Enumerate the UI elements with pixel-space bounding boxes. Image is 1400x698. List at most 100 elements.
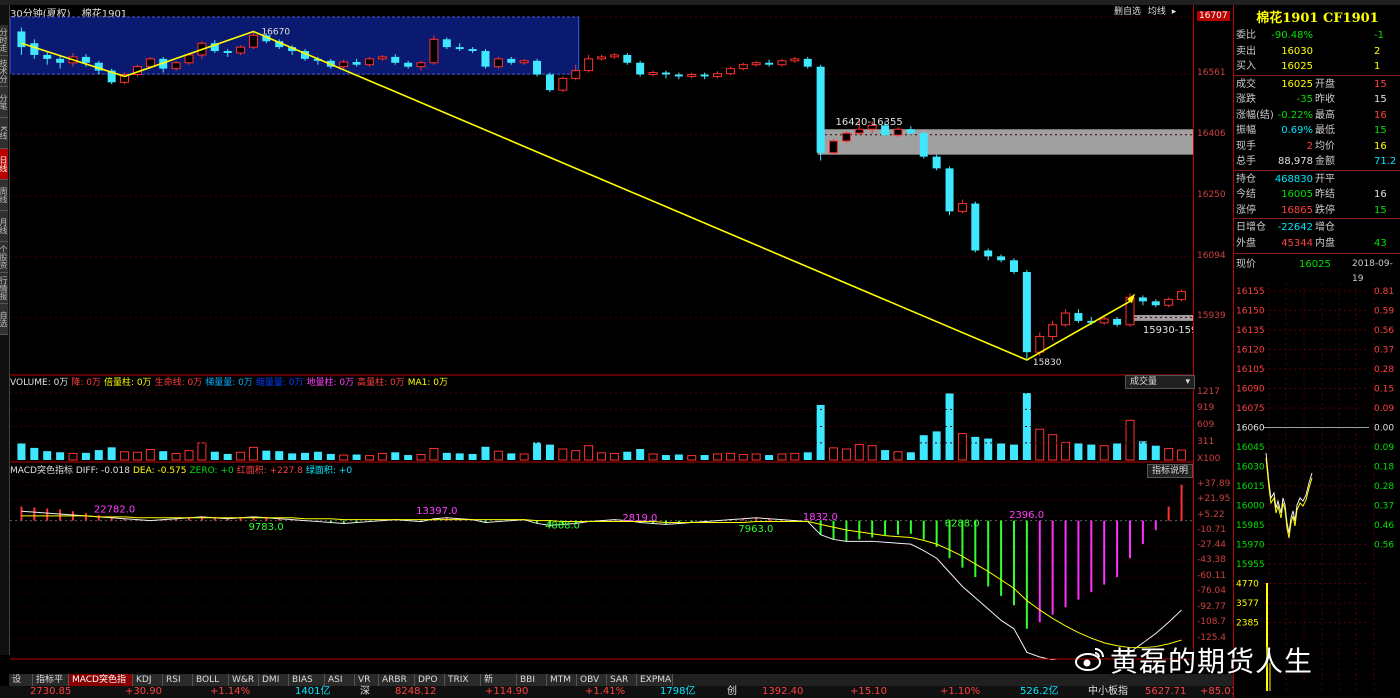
indicator-tab[interactable]: SAR	[607, 674, 637, 686]
candle-body	[777, 60, 787, 66]
volume-bar	[404, 455, 413, 460]
mini-axis-label: 16135	[1236, 326, 1265, 336]
candle-body	[738, 64, 748, 70]
volume-axis-label: 919	[1197, 403, 1215, 414]
indicator-tab[interactable]: EXPMA	[637, 674, 673, 686]
macd-area-label: 4868.0	[545, 520, 580, 531]
mini-price-line	[1265, 452, 1313, 534]
indicator-tab[interactable]: TRIX	[445, 674, 481, 686]
status-item: +1.41%	[585, 686, 626, 697]
quote-value: 16	[1374, 140, 1387, 152]
mini-axis-label: 16075	[1236, 404, 1265, 414]
quote-label: 均价	[1315, 140, 1335, 152]
candle-body	[43, 54, 52, 59]
left-tab[interactable]: 日线	[0, 149, 8, 180]
indicator-tab[interactable]: BIAS	[289, 674, 325, 686]
left-tab[interactable]: 技术分析	[0, 56, 8, 87]
indicator-tab[interactable]: 设置	[9, 674, 33, 697]
volume-bar	[493, 450, 503, 461]
volume-bar	[481, 446, 490, 460]
volume-bar	[223, 453, 232, 460]
indicator-tab[interactable]: W&R	[229, 674, 259, 686]
volume-bar	[120, 451, 130, 461]
left-tab[interactable]: 自选	[0, 304, 8, 335]
mini-axis-label-right: 0.18	[1374, 463, 1394, 473]
indicator-tab[interactable]: KDJ	[133, 674, 163, 686]
quote-value: 2	[1374, 45, 1381, 57]
macd-indicator-bar: MACD突色指标 DIFF: -0.018 DEA: -0.575 ZERO: +0…	[10, 463, 1193, 477]
price-axis-label: 16406	[1197, 128, 1226, 139]
indicator-tab[interactable]: BOLL	[193, 674, 229, 686]
left-tab[interactable]: 分时走势	[0, 25, 8, 56]
volume-bar	[971, 436, 980, 460]
candle-body	[893, 128, 903, 136]
quote-label: 昨结	[1315, 189, 1335, 200]
quote-value: 15	[1374, 204, 1387, 216]
volume-bar	[1074, 443, 1083, 460]
candle-body	[223, 51, 232, 53]
quote-value: 16005	[1281, 189, 1313, 200]
watermark-text: 黄磊的期货人生	[1110, 645, 1314, 678]
quote-row: 日增仓 -22642 增仓	[1234, 220, 1400, 235]
quote-row: 今结 16005 昨结 16	[1234, 187, 1400, 202]
candle-body	[854, 128, 864, 134]
indicator-tab[interactable]: OBV	[577, 674, 607, 686]
indicator-tab[interactable]: MTM	[547, 674, 577, 686]
volume-dropdown[interactable]: 成交量 ▾	[1125, 375, 1195, 389]
volume-indicator-item: 生命线: 0万	[154, 378, 203, 388]
volume-bar	[1099, 445, 1109, 461]
candle-body	[661, 72, 670, 75]
volume-bar	[545, 444, 554, 460]
volume-bar	[571, 450, 581, 461]
macd-axis-label: -108.7	[1197, 616, 1227, 627]
left-tab[interactable]: K线	[0, 118, 8, 149]
left-tab[interactable]: 周线	[0, 180, 8, 211]
indicator-tab[interactable]: 新DMA	[481, 674, 517, 697]
macd-axis-label: -92.77	[1197, 601, 1227, 612]
volume-bar	[906, 452, 915, 460]
indicator-tab[interactable]: ARBR	[379, 674, 415, 686]
left-tab[interactable]: 分笔	[0, 87, 8, 118]
candle-body	[558, 77, 568, 91]
price-axis-label: 16561	[1197, 68, 1226, 79]
quote-label: 最低	[1315, 125, 1335, 136]
quote-label: 买入	[1236, 61, 1256, 72]
quote-row: 成交 16025 开盘 15	[1234, 77, 1400, 92]
indicator-tab[interactable]: 指标平台	[33, 674, 69, 697]
quote-value: -90.48%	[1271, 30, 1313, 41]
indicator-tab[interactable]: MACD突色指标	[69, 674, 133, 697]
quote-value: 16025	[1281, 61, 1313, 72]
quote-label: 今结	[1236, 189, 1256, 200]
indicator-tab[interactable]: RSI	[163, 674, 193, 686]
volume-bar	[674, 454, 683, 460]
indicator-tab[interactable]: DMI	[259, 674, 289, 686]
indicator-tab[interactable]: BBI	[517, 674, 547, 686]
indicator-tab[interactable]: DPO	[415, 674, 445, 686]
quote-row: 总手 88,978 金额 71.2	[1234, 154, 1400, 169]
candle-body	[1022, 272, 1031, 353]
left-tab[interactable]: 个股资料	[0, 242, 8, 273]
candle-body	[713, 73, 723, 77]
volume-bar	[1035, 428, 1045, 461]
candle-body	[725, 68, 735, 75]
candle-body	[1035, 336, 1045, 353]
indicator-help-button[interactable]: 指标说明	[1147, 464, 1194, 478]
left-tab[interactable]: 月线	[0, 211, 8, 242]
mini-axis-label: 16090	[1236, 385, 1265, 395]
candle-body	[455, 47, 464, 50]
quote-value: -22642	[1277, 222, 1313, 233]
volume-bar	[1177, 449, 1187, 461]
volume-indicator-item: 梯量量: 0万	[205, 378, 253, 388]
candle-body	[906, 129, 915, 134]
indicator-tab[interactable]: VR	[355, 674, 379, 686]
candle-body	[1009, 260, 1018, 273]
candle-body	[442, 39, 451, 48]
candle-body	[687, 73, 697, 77]
volume-bar	[68, 452, 78, 461]
volume-bar	[184, 450, 194, 461]
indicator-tab[interactable]: ASI	[325, 674, 355, 686]
volume-bar	[1125, 419, 1135, 461]
macd-area-label: 9783.0	[249, 522, 284, 533]
left-tab[interactable]: 行情报价	[0, 273, 8, 304]
mini-axis-label: 16060	[1236, 424, 1265, 434]
